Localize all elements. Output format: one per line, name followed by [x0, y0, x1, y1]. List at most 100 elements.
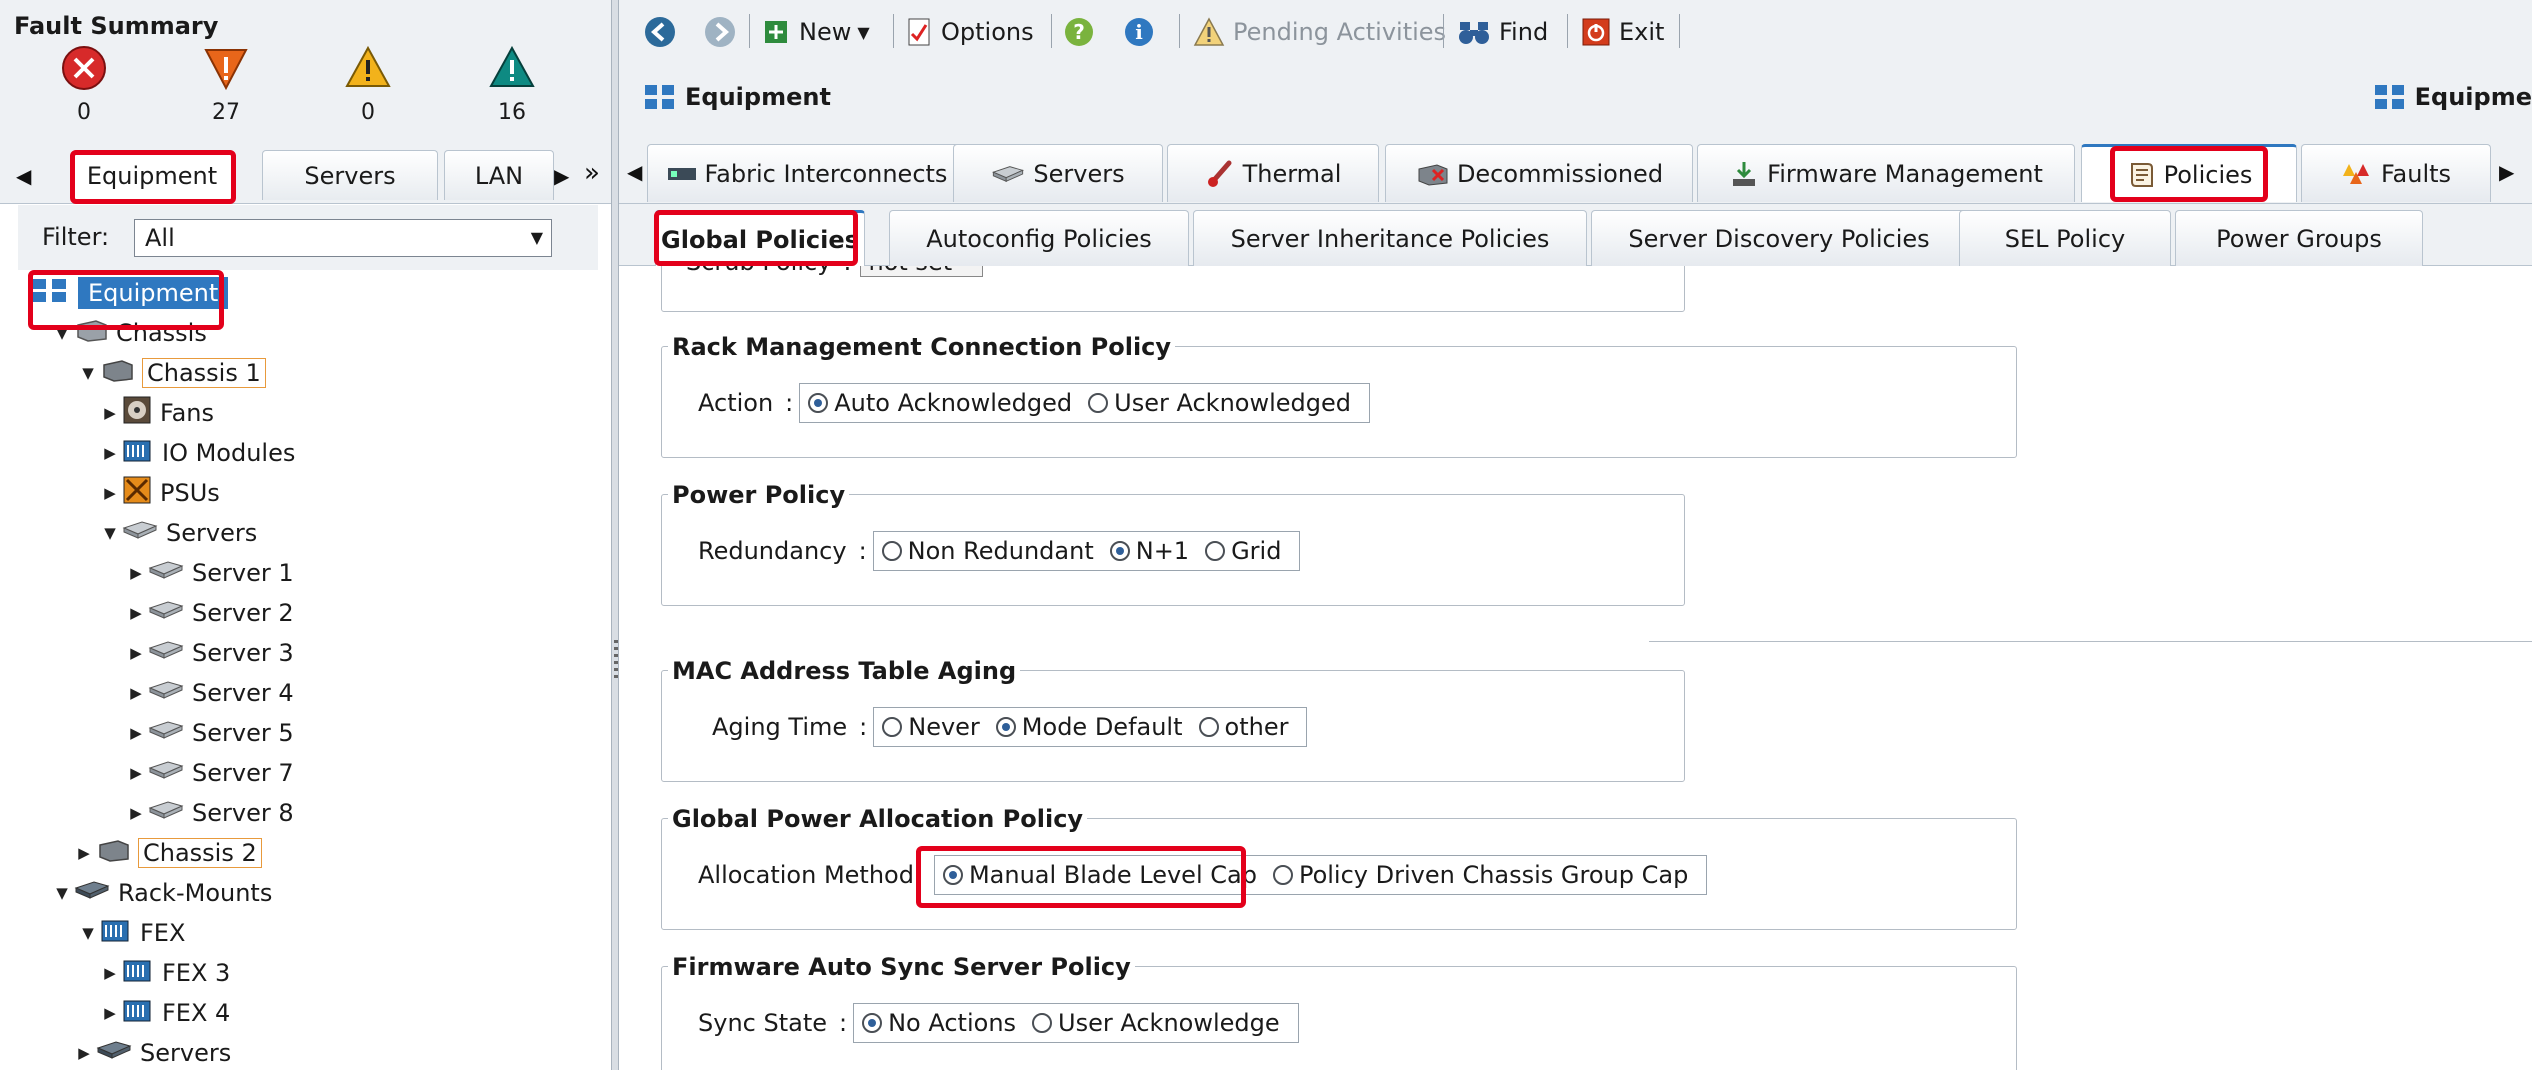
- pane-splitter[interactable]: [611, 0, 619, 1070]
- tree-node-server[interactable]: ▶ Server 4: [128, 675, 293, 711]
- tab-lan[interactable]: LAN: [444, 150, 554, 200]
- caret-down-icon[interactable]: ▼: [80, 364, 96, 382]
- tree-node-rack-servers[interactable]: ▶ Servers: [76, 1035, 231, 1070]
- tab-faults[interactable]: Faults: [2301, 144, 2491, 202]
- radio-policy-driven-chassis-group-cap[interactable]: Policy Driven Chassis Group Cap: [1272, 861, 1688, 889]
- caret-right-icon[interactable]: ▶: [128, 604, 144, 622]
- tree-node-chassis[interactable]: ▼ Chassis: [54, 315, 207, 351]
- fault-minor[interactable]: 0: [328, 44, 408, 125]
- tree-label: Equipment: [78, 277, 229, 309]
- filter-dropdown[interactable]: All ▼: [134, 219, 552, 257]
- pending-activities-button[interactable]: Pending Activities: [1193, 14, 1446, 50]
- tree-node-server[interactable]: ▶ Server 2: [128, 595, 293, 631]
- tree-node-fex[interactable]: ▼ FEX: [80, 915, 185, 951]
- allocation-method-row: Allocation Method Manual Blade Level Cap…: [698, 855, 1708, 895]
- tab-scroll-right-icon[interactable]: ▶: [2499, 160, 2514, 184]
- radio-other[interactable]: other: [1198, 713, 1288, 741]
- tab-server-discovery-policies[interactable]: Server Discovery Policies: [1591, 210, 1967, 266]
- tree-node-equipment[interactable]: Equipment: [30, 275, 229, 311]
- tab-equipment[interactable]: Equipment: [72, 150, 232, 200]
- mac-aging-row: Aging Time : Never Mode Default other: [712, 707, 1308, 747]
- tree-node-servers[interactable]: ▼ Servers: [102, 515, 257, 551]
- tab-policies[interactable]: Policies: [2081, 144, 2297, 202]
- radio-n-plus-1[interactable]: N+1: [1109, 537, 1189, 565]
- caret-down-icon[interactable]: ▼: [102, 524, 118, 542]
- caret-right-icon[interactable]: ▶: [102, 484, 118, 502]
- caret-right-icon[interactable]: ▶: [102, 444, 118, 462]
- radio-manual-blade-level-cap[interactable]: Manual Blade Level Cap: [942, 861, 1257, 889]
- back-button[interactable]: [643, 14, 677, 50]
- fault-warning[interactable]: 16: [472, 44, 552, 125]
- caret-right-icon[interactable]: ▶: [76, 1044, 92, 1062]
- tab-fabric-interconnects[interactable]: Fabric Interconnects: [647, 144, 967, 202]
- tree-node-io-modules[interactable]: ▶ IO Modules: [102, 435, 295, 471]
- tab-sel-policy[interactable]: SEL Policy: [1959, 210, 2171, 266]
- forward-button[interactable]: [703, 14, 737, 50]
- caret-right-icon[interactable]: ▶: [102, 1004, 118, 1022]
- splitter-grip-icon[interactable]: [614, 640, 618, 680]
- firmware-auto-sync-title: Firmware Auto Sync Server Policy: [668, 953, 1135, 981]
- radio-no-actions[interactable]: No Actions: [862, 1009, 1016, 1037]
- info-button[interactable]: i: [1123, 14, 1155, 50]
- tab-firmware-management[interactable]: Firmware Management: [1697, 144, 2075, 202]
- tab-global-policies[interactable]: Global Policies: [655, 210, 865, 266]
- radio-user-acknowledged[interactable]: User Acknowledged: [1088, 389, 1351, 417]
- tree-node-server[interactable]: ▶ Server 8: [128, 795, 293, 831]
- tree-node-server[interactable]: ▶ Server 5: [128, 715, 293, 751]
- tree-node-server[interactable]: ▶ Server 7: [128, 755, 293, 791]
- fault-critical[interactable]: 0: [44, 44, 124, 125]
- tree-node-server[interactable]: ▶ Server 1: [128, 555, 293, 591]
- caret-right-icon[interactable]: ▶: [128, 764, 144, 782]
- scrub-policy-dropdown[interactable]: not set: [859, 266, 984, 277]
- caret-down-icon[interactable]: ▼: [80, 924, 96, 942]
- exit-button[interactable]: Exit: [1581, 14, 1664, 50]
- tab-decommissioned[interactable]: Decommissioned: [1385, 144, 1693, 202]
- tree-node-fans[interactable]: ▶ Fans: [102, 395, 214, 431]
- scrub-policy-row: Scrub Policy : not set: [686, 266, 984, 277]
- caret-right-icon[interactable]: ▶: [102, 404, 118, 422]
- global-power-allocation-title: Global Power Allocation Policy: [668, 805, 1088, 833]
- tab-power-groups[interactable]: Power Groups: [2175, 210, 2423, 266]
- radio-user-acknowledge[interactable]: User Acknowledge: [1032, 1009, 1280, 1037]
- tree-node-chassis-1[interactable]: ▼ Chassis 1: [80, 355, 266, 391]
- tab-servers[interactable]: Servers: [953, 144, 1163, 202]
- fault-major[interactable]: 27: [186, 44, 266, 125]
- tab-scroll-left-icon[interactable]: ◀: [627, 160, 642, 184]
- more-tabs-icon[interactable]: »: [584, 158, 600, 188]
- tab-servers[interactable]: Servers: [262, 150, 438, 200]
- tab-scroll-left-icon[interactable]: ◀: [16, 164, 31, 188]
- tree-node-server[interactable]: ▶ Server 3: [128, 635, 293, 671]
- radio-mode-default[interactable]: Mode Default: [995, 713, 1183, 741]
- caret-right-icon[interactable]: ▶: [128, 804, 144, 822]
- tab-scroll-right-icon[interactable]: ▶: [554, 164, 569, 188]
- tree-node-fex-item[interactable]: ▶ FEX 3: [102, 955, 230, 991]
- help-button[interactable]: ?: [1063, 14, 1095, 50]
- tab-autoconfig-policies[interactable]: Autoconfig Policies: [889, 210, 1189, 266]
- tree-node-rack-mounts[interactable]: ▼ Rack-Mounts: [54, 875, 272, 911]
- new-button[interactable]: New ▼: [763, 14, 870, 50]
- caret-right-icon[interactable]: ▶: [128, 644, 144, 662]
- new-label: New: [799, 18, 852, 46]
- caret-right-icon[interactable]: ▶: [128, 564, 144, 582]
- tree-node-psus[interactable]: ▶ PSUs: [102, 475, 220, 511]
- caret-right-icon[interactable]: ▶: [128, 724, 144, 742]
- blade-server-icon: [992, 165, 1025, 182]
- radio-grid[interactable]: Grid: [1205, 537, 1281, 565]
- caret-right-icon[interactable]: ▶: [102, 964, 118, 982]
- options-button[interactable]: Options: [907, 14, 1034, 50]
- caret-down-icon[interactable]: ▼: [54, 884, 70, 902]
- caret-right-icon[interactable]: ▶: [128, 684, 144, 702]
- tree-node-chassis-2[interactable]: ▶ Chassis 2: [76, 835, 262, 871]
- equipment-icon: [645, 85, 674, 109]
- radio-never[interactable]: Never: [882, 713, 980, 741]
- radio-non-redundant[interactable]: Non Redundant: [881, 537, 1094, 565]
- caret-right-icon[interactable]: ▶: [76, 844, 92, 862]
- tab-server-inheritance-policies[interactable]: Server Inheritance Policies: [1193, 210, 1587, 266]
- allocation-method-label: Allocation Method: [698, 861, 914, 889]
- radio-auto-acknowledged[interactable]: Auto Acknowledged: [808, 389, 1072, 417]
- caret-down-icon[interactable]: ▼: [54, 324, 70, 342]
- tree-node-fex-item[interactable]: ▶ FEX 4: [102, 995, 230, 1031]
- tab-thermal[interactable]: Thermal: [1167, 144, 1379, 202]
- find-button[interactable]: Find: [1457, 14, 1548, 50]
- plus-icon: [765, 21, 787, 43]
